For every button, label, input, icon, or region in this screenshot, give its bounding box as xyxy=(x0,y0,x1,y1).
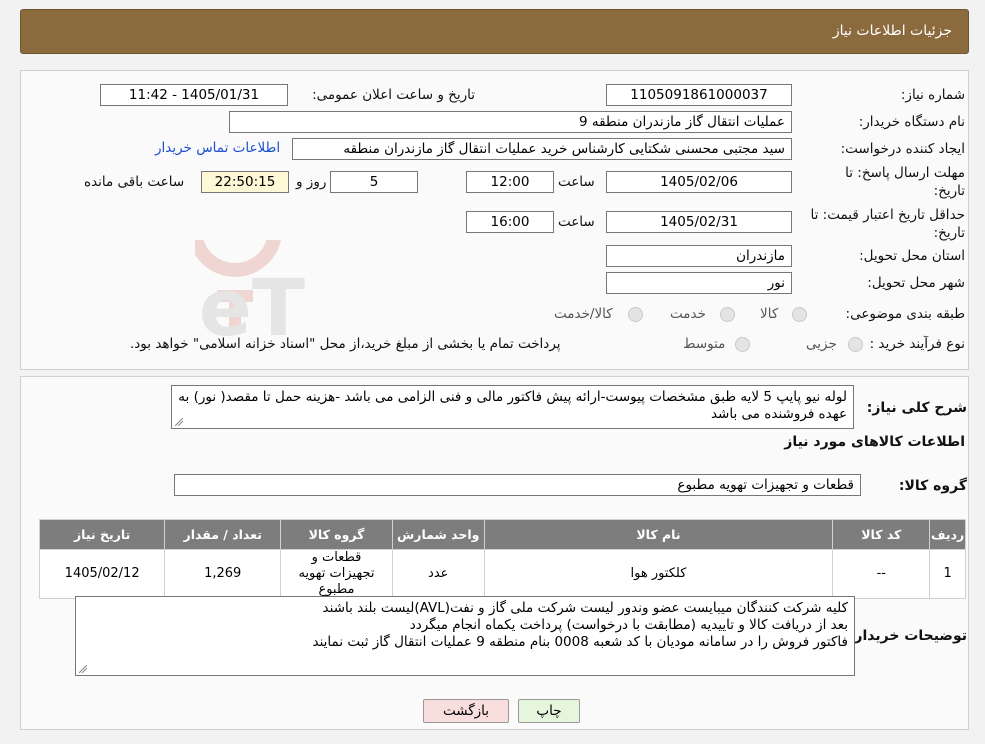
buyer-notes-line: کلیه شرکت کنندگان میبایست عضو وندور لیست… xyxy=(322,600,848,616)
requester-label: ایجاد کننده درخواست: xyxy=(840,141,965,157)
category-both-radio[interactable] xyxy=(628,307,643,322)
reply-deadline-time-field: 12:00 xyxy=(466,171,554,193)
cell-qty: 1,269 xyxy=(164,549,282,599)
remaining-days-field: 5 xyxy=(330,171,418,193)
buyer-notes-line: بعد از دریافت کالا و تاییدیه (مطابقت با … xyxy=(409,617,848,633)
col-unit-header: واحد شمارش xyxy=(391,519,485,550)
cell-row: 1 xyxy=(929,549,966,599)
col-name-header: نام کالا xyxy=(483,519,834,550)
province-field: مازندران xyxy=(606,245,792,267)
reply-deadline-label-2: تاریخ: xyxy=(933,183,965,199)
cell-unit: عدد xyxy=(391,549,485,599)
purchase-type-label: نوع فرآیند خرید : xyxy=(869,336,965,352)
buyer-contact-link[interactable]: اطلاعات تماس خریدار xyxy=(155,140,280,156)
category-goods-radio[interactable] xyxy=(792,307,807,322)
purchase-medium-radio[interactable] xyxy=(735,337,750,352)
description-label: شرح کلی نیاز: xyxy=(866,400,967,416)
cell-group: قطعات و تجهیزات تهویه مطبوع xyxy=(280,549,393,599)
days-label: روز و xyxy=(296,174,327,190)
category-goods-label: کالا xyxy=(760,306,779,322)
goods-section-title: اطلاعات کالاهای مورد نیاز xyxy=(784,434,965,450)
resize-grip-icon[interactable] xyxy=(175,418,183,426)
purchase-minor-radio[interactable] xyxy=(848,337,863,352)
back-button[interactable]: بازگشت xyxy=(423,699,509,723)
reply-deadline-label: مهلت ارسال پاسخ: تا xyxy=(845,165,965,181)
items-table: ردیف کد کالا نام کالا واحد شمارش گروه کا… xyxy=(38,519,966,599)
city-label: شهر محل تحویل: xyxy=(867,275,965,291)
buyer-org-field: عملیات انتقال گاز مازندران منطقه 9 xyxy=(229,111,792,133)
cell-code: -- xyxy=(832,549,931,599)
remaining-time-label: ساعت باقی مانده xyxy=(84,174,185,190)
city-field: نور xyxy=(606,272,792,294)
page-header: جزئیات اطلاعات نیاز xyxy=(20,9,969,54)
description-textarea: لوله نیو پایپ 5 لایه طبق مشخصات پیوست-ار… xyxy=(171,385,854,429)
category-label: طبقه بندی موضوعی: xyxy=(845,306,965,322)
table-header-row: ردیف کد کالا نام کالا واحد شمارش گروه کا… xyxy=(38,519,966,550)
buyer-notes-line: فاکتور فروش را در سامانه مودیان با کد شع… xyxy=(312,634,848,650)
validity-time-label: ساعت xyxy=(558,214,595,230)
category-both-label: کالا/خدمت xyxy=(554,306,613,322)
buyer-notes-textarea: کلیه شرکت کنندگان میبایست عضو وندور لیست… xyxy=(75,596,855,676)
price-validity-label-2: تاریخ: xyxy=(933,225,965,241)
resize-grip-icon[interactable] xyxy=(79,665,87,673)
price-validity-time-field: 16:00 xyxy=(466,211,554,233)
buyer-org-label: نام دستگاه خریدار: xyxy=(858,114,965,130)
cell-date: 1405/02/12 xyxy=(38,549,166,599)
reply-deadline-date-field: 1405/02/06 xyxy=(606,171,792,193)
buyer-notes-label: توضیحات خریدار: xyxy=(848,628,967,644)
print-button[interactable]: چاپ xyxy=(518,699,580,723)
goods-group-label: گروه کالا: xyxy=(898,478,967,494)
need-number-label: شماره نیاز: xyxy=(900,87,965,103)
price-validity-label: حداقل تاریخ اعتبار قیمت: تا xyxy=(810,207,965,223)
purchase-medium-label: متوسط xyxy=(683,336,726,352)
purchase-minor-label: جزیی xyxy=(806,336,837,352)
reply-time-label: ساعت xyxy=(558,174,595,190)
col-code-header: کد کالا xyxy=(832,519,931,550)
description-text: لوله نیو پایپ 5 لایه طبق مشخصات پیوست-ار… xyxy=(178,389,847,422)
need-number-field: 1105091861000037 xyxy=(606,84,792,106)
col-group-header: گروه کالا xyxy=(280,519,393,550)
goods-group-field: قطعات و تجهیزات تهویه مطبوع xyxy=(174,474,861,496)
col-date-header: تاریخ نیاز xyxy=(38,519,166,550)
cell-name: کلکتور هوا xyxy=(483,549,834,599)
province-label: استان محل تحویل: xyxy=(859,248,965,264)
col-row-header: ردیف xyxy=(929,519,966,550)
table-row: 1 -- کلکتور هوا عدد قطعات و تجهیزات تهوی… xyxy=(38,549,966,599)
page-title: جزئیات اطلاعات نیاز xyxy=(832,23,952,39)
announce-datetime-label: تاریخ و ساعت اعلان عمومی: xyxy=(312,87,475,103)
requester-field: سید مجتبی محسنی شکتایی کارشناس خرید عملی… xyxy=(292,138,792,160)
col-qty-header: تعداد / مقدار xyxy=(164,519,282,550)
price-validity-date-field: 1405/02/31 xyxy=(606,211,792,233)
treasury-note: پرداخت تمام یا بخشی از مبلغ خرید،از محل … xyxy=(130,336,561,352)
category-service-radio[interactable] xyxy=(720,307,735,322)
announce-datetime-field: 1405/01/31 - 11:42 xyxy=(100,84,288,106)
remaining-time-field: 22:50:15 xyxy=(201,171,289,193)
category-service-label: خدمت xyxy=(670,306,706,322)
